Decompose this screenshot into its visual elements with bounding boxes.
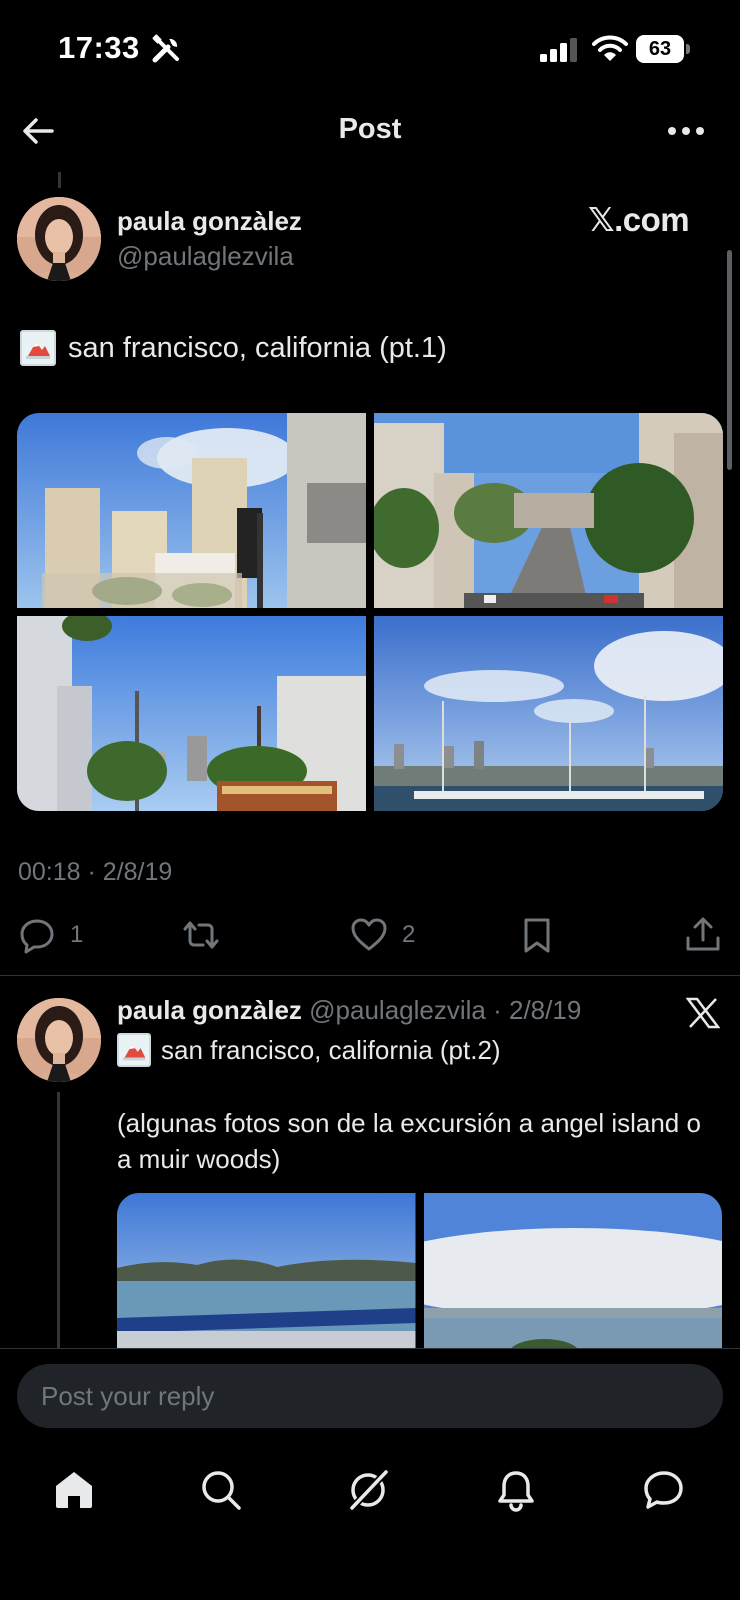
reply-author-name[interactable]: paula gonzàlez — [117, 995, 302, 1025]
photo-bay-water[interactable] — [117, 1193, 416, 1353]
bookmark-icon[interactable] — [518, 916, 556, 954]
reply-action[interactable]: 1 — [18, 915, 83, 955]
like-action[interactable]: 2 — [350, 915, 415, 955]
messages-icon[interactable] — [642, 1468, 686, 1512]
picture-emoji-icon — [20, 330, 56, 366]
search-icon[interactable] — [199, 1468, 243, 1512]
x-logo-icon — [686, 997, 720, 1029]
tools-icon — [152, 34, 179, 63]
reply-title-text: san francisco, california (pt.2) — [161, 1034, 501, 1065]
photo-cloudy-bay[interactable] — [423, 1193, 722, 1353]
battery-indicator: 63 — [636, 35, 690, 63]
photo-street-hill[interactable] — [374, 413, 723, 608]
reply-icon[interactable] — [18, 916, 56, 954]
x-com-badge: 𝕏.com — [588, 201, 690, 238]
reply-media-grid[interactable] — [117, 1193, 722, 1353]
share-icon[interactable] — [684, 916, 722, 954]
author-name[interactable]: paula gonzàlez — [117, 206, 302, 237]
signal-icon — [540, 38, 577, 62]
reply-body-text: (algunas fotos son de la excursión a ang… — [117, 1108, 701, 1174]
more-options-icon[interactable] — [666, 124, 706, 138]
reply-count: 1 — [70, 921, 84, 948]
thread-line — [57, 1092, 60, 1352]
scrollbar[interactable] — [727, 250, 732, 470]
wifi-icon — [592, 35, 628, 61]
thread-connector — [58, 172, 61, 188]
notifications-icon[interactable] — [494, 1468, 538, 1512]
photo-marina[interactable] — [374, 616, 723, 811]
reply-title: san francisco, california (pt.2) — [117, 1033, 501, 1067]
battery-level: 63 — [648, 38, 672, 60]
post-media-grid[interactable] — [17, 413, 723, 811]
share-action[interactable] — [684, 915, 722, 955]
like-count: 2 — [402, 921, 416, 948]
repost-action[interactable] — [182, 915, 220, 955]
reply-date: · 2/8/19 — [493, 995, 582, 1025]
reply-author-handle[interactable]: @paulaglezvila — [309, 995, 486, 1025]
photo-skyscrapers[interactable] — [17, 413, 366, 608]
author-handle[interactable]: @paulaglezvila — [117, 241, 294, 272]
picture-emoji-icon — [117, 1033, 151, 1067]
reply-header: paula gonzàlez @paulaglezvila · 2/8/19 — [117, 995, 581, 1026]
heart-icon[interactable] — [350, 916, 388, 954]
status-time: 17:33 — [58, 30, 140, 65]
bookmark-action[interactable] — [518, 915, 556, 955]
avatar[interactable] — [17, 197, 101, 281]
repost-icon[interactable] — [182, 916, 220, 954]
page-title: Post — [338, 113, 402, 145]
photo-cable-car-street[interactable] — [17, 616, 366, 811]
post-text-content: san francisco, california (pt.1) — [68, 331, 447, 364]
post-text: san francisco, california (pt.1) — [20, 330, 447, 366]
home-icon[interactable] — [52, 1468, 96, 1512]
reply-avatar[interactable] — [17, 998, 101, 1082]
grok-icon[interactable] — [346, 1468, 390, 1512]
post-timestamp: 00:18 · 2/8/19 — [18, 858, 173, 886]
reply-input[interactable] — [17, 1364, 723, 1428]
divider — [0, 975, 740, 976]
back-arrow-icon[interactable] — [20, 113, 56, 149]
